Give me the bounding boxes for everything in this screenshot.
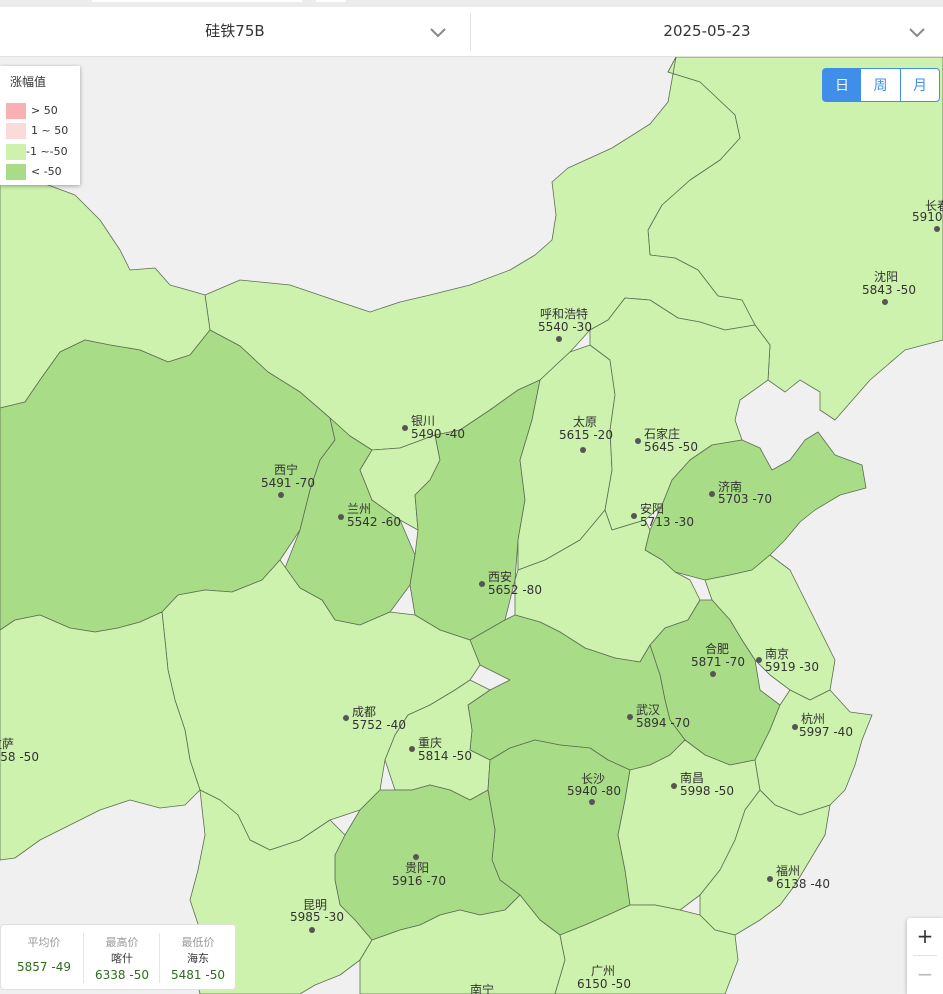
city-value: 5871 -70: [691, 655, 745, 669]
city-value: 5997 -40: [799, 725, 853, 739]
stat-max: 最高价 喀什 6338 -50: [83, 925, 161, 989]
stat-max-city: 喀什: [111, 952, 133, 965]
period-month-button[interactable]: 月: [900, 68, 940, 102]
city-marker-fuzhou: 福州 6138 -40: [767, 863, 830, 891]
chevron-down-icon: [430, 28, 446, 38]
stat-average-value: 5857 -49: [17, 960, 71, 974]
legend-title: 涨幅值: [10, 75, 47, 89]
city-value: 6138 -40: [776, 877, 830, 891]
legend-swatch: [6, 164, 26, 180]
city-value: 5910: [912, 210, 943, 224]
legend-label: < -50: [31, 165, 62, 178]
city-name: 广州: [591, 964, 615, 978]
city-value: 5713 -30: [640, 515, 694, 529]
city-name: 沈阳: [874, 269, 898, 284]
city-name: 安阳: [640, 501, 664, 516]
city-name: 石家庄: [644, 426, 680, 441]
city-value: 5998 -50: [680, 784, 734, 798]
city-value: 5894 -70: [636, 716, 690, 730]
city-value: 6150 -50: [577, 977, 631, 991]
city-name: 杭州: [801, 711, 825, 726]
stat-min-city: 海东: [187, 952, 209, 965]
period-week-button[interactable]: 周: [861, 68, 901, 102]
city-name: 太原: [573, 414, 597, 429]
city-value: 5919 -30: [765, 660, 819, 674]
zoom-out-button[interactable]: −: [907, 956, 943, 992]
city-name: 拉萨: [0, 736, 14, 751]
price-stats-panel: 平均价 5857 -49 最高价 喀什 6338 -50 最低价 海东 5481…: [0, 924, 236, 990]
city-value: 5540 -30: [538, 320, 592, 334]
legend-label: 1 ~ 50: [31, 124, 69, 137]
legend-swatch: [6, 123, 26, 139]
map-legend: 涨幅值 > 50 1 ~ 50 -1 ~-50 < -50: [0, 66, 80, 185]
city-name: 兰州: [347, 502, 371, 516]
city-name: 贵阳: [405, 861, 429, 875]
top-tab-edge: [316, 0, 346, 2]
legend-label: > 50: [31, 104, 58, 117]
legend-label: -1 ~-50: [26, 145, 68, 158]
legend-swatch: [6, 144, 26, 160]
city-name: 呼和浩特: [540, 306, 588, 321]
stat-max-value: 6338 -50: [95, 968, 149, 982]
city-value: 5940 -80: [567, 784, 621, 798]
city-value: 5985 -30: [290, 910, 344, 924]
product-select-value: 硅铁75B: [205, 22, 265, 40]
stat-min-value: 5481 -50: [171, 968, 225, 982]
stat-max-label: 最高价: [105, 936, 139, 949]
city-value: 5615 -20: [559, 428, 613, 442]
city-value: 5652 -80: [488, 583, 542, 597]
city-name: 武汉: [636, 703, 660, 717]
city-value: 5703 -70: [718, 492, 772, 506]
city-name: 银川: [411, 414, 435, 428]
stat-min-label: 最低价: [181, 936, 215, 949]
city-name: 重庆: [418, 736, 442, 750]
city-name: 成都: [352, 705, 376, 719]
zoom-control: + −: [907, 918, 943, 994]
city-value: 5645 -50: [644, 440, 698, 454]
city-name: 西宁: [274, 462, 298, 477]
city-value: 5491 -70: [261, 476, 315, 490]
date-select[interactable]: 2025-05-23: [471, 7, 943, 56]
city-name: 南宁: [470, 982, 494, 994]
city-name: 南昌: [680, 770, 704, 785]
city-name: 西安: [488, 569, 512, 584]
city-name: 福州: [776, 863, 800, 878]
city-value: 5542 -60: [347, 515, 401, 529]
zoom-in-button[interactable]: +: [907, 918, 943, 954]
selector-bar: 硅铁75B 2025-05-23: [0, 7, 943, 57]
chevron-down-icon: [909, 28, 925, 38]
top-strip: [0, 0, 943, 7]
china-map[interactable]: 长春 5910 沈阳 5843 -50 呼和浩特 5540 -30 银川 549…: [0, 57, 943, 994]
city-name: 南京: [765, 646, 789, 661]
legend-swatch: [6, 103, 26, 119]
city-value: 5843 -50: [862, 283, 916, 297]
city-value: 5916 -70: [392, 874, 446, 888]
stat-average-label: 平均价: [27, 936, 61, 949]
period-day-button[interactable]: 日: [822, 68, 862, 102]
top-tab-edge: [92, 0, 302, 2]
city-value: 5814 -50: [418, 749, 472, 763]
date-select-value: 2025-05-23: [663, 22, 751, 40]
city-value: 5752 -40: [352, 718, 406, 732]
stat-min: 最低价 海东 5481 -50: [159, 925, 237, 989]
provinces: [0, 57, 943, 994]
product-select[interactable]: 硅铁75B: [0, 7, 470, 56]
city-value: 5958 -50: [0, 750, 39, 764]
city-marker-nanning: 南宁: [470, 982, 494, 994]
period-toggle: 日 周 月: [822, 68, 940, 102]
city-name: 合肥: [705, 641, 729, 656]
city-value: 5490 -40: [411, 427, 465, 441]
stat-average: 平均价 5857 -49: [1, 925, 87, 989]
